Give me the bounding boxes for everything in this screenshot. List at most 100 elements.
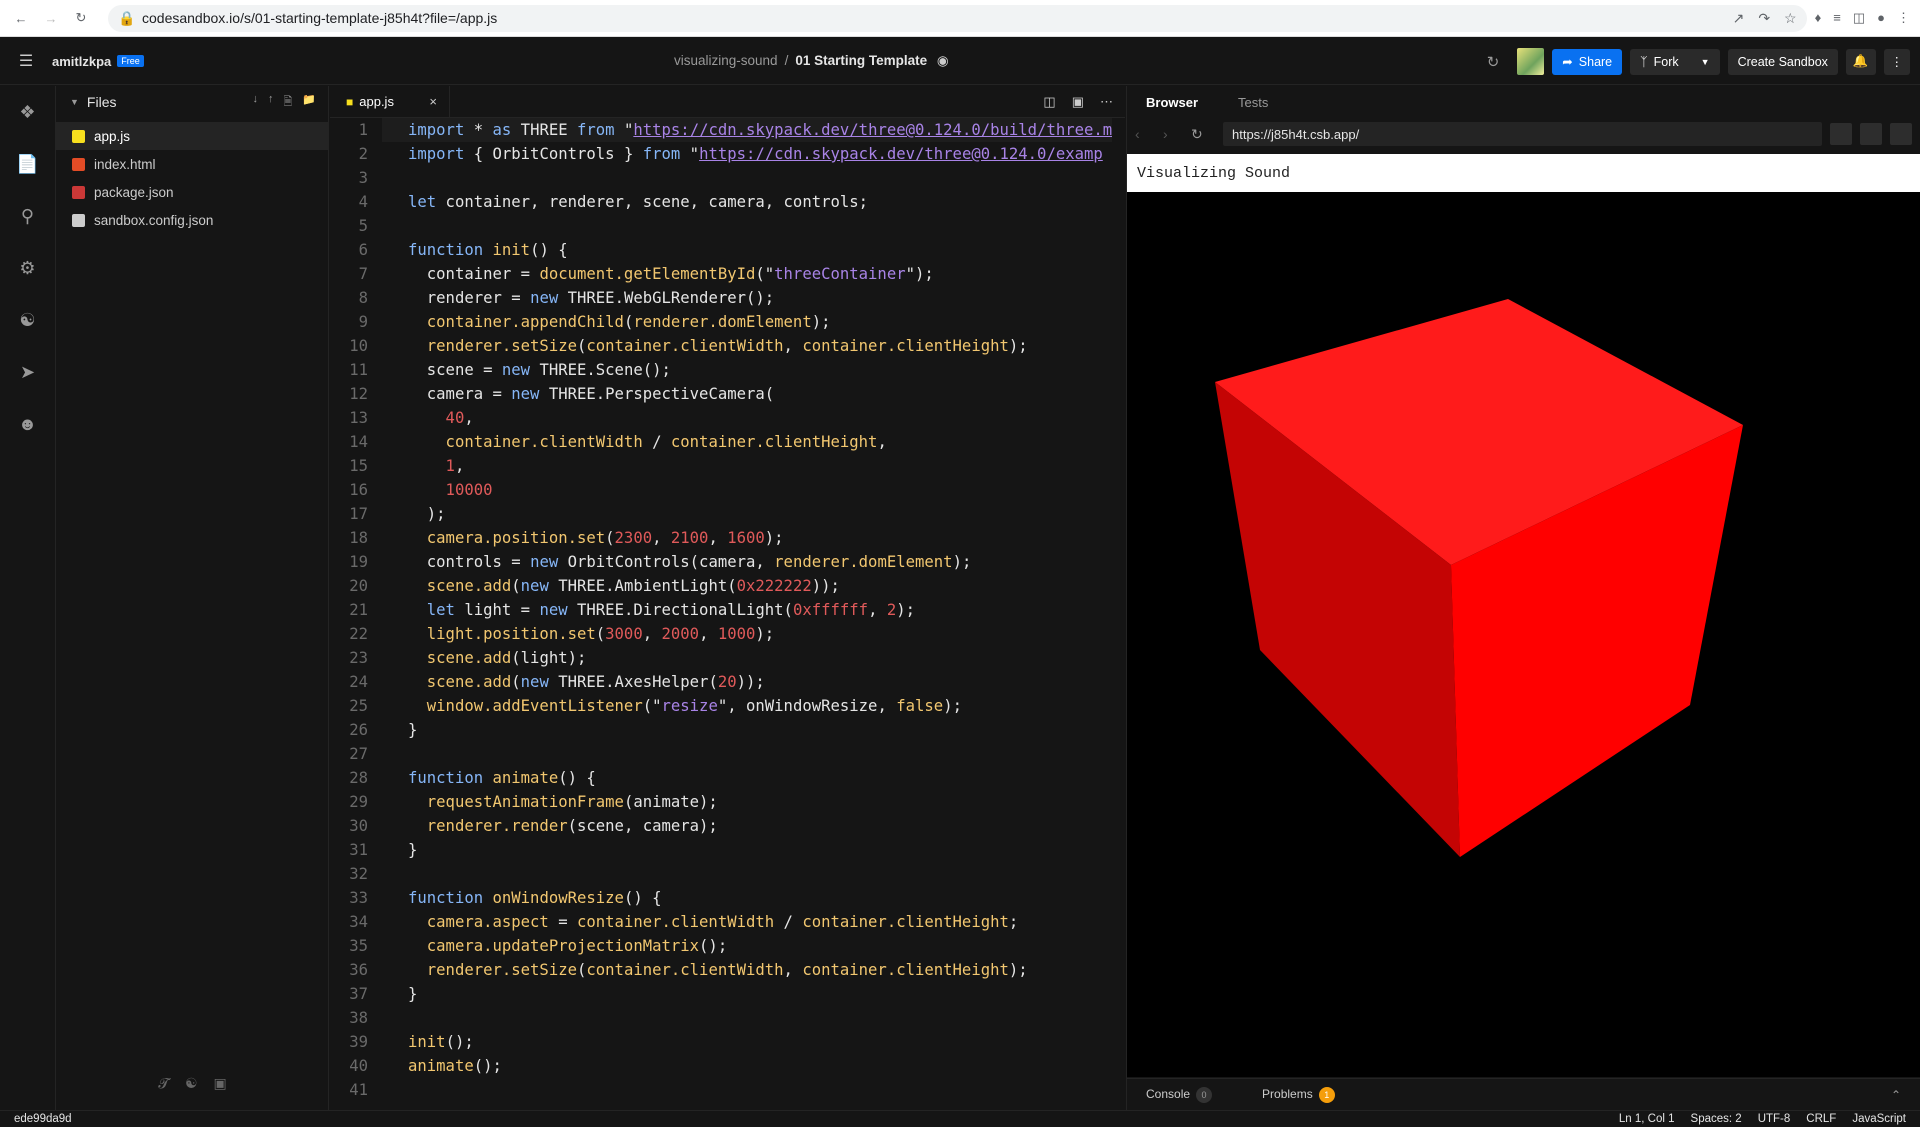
- code-line[interactable]: 4 let container, renderer, scene, camera,…: [330, 190, 1125, 214]
- code-line[interactable]: 36 renderer.setSize(container.clientWidt…: [330, 958, 1125, 982]
- preview-toggle-icon[interactable]: ▣: [1072, 94, 1084, 110]
- code-line[interactable]: 17 );: [330, 502, 1125, 526]
- expand-panel-icon[interactable]: ⌃: [1891, 1088, 1901, 1102]
- code-line[interactable]: 34 camera.aspect = container.clientWidth…: [330, 910, 1125, 934]
- code-line[interactable]: 33 function onWindowResize() {: [330, 886, 1125, 910]
- collapse-triangle-icon[interactable]: ▼: [70, 97, 79, 107]
- sandbox-title[interactable]: 01 Starting Template: [795, 53, 927, 68]
- create-sandbox-button[interactable]: Create Sandbox: [1727, 48, 1838, 75]
- twitter-icon[interactable]: 𝓣: [158, 1075, 169, 1092]
- code-line[interactable]: 24 scene.add(new THREE.AxesHelper(20));: [330, 670, 1125, 694]
- deploy-rocket-icon[interactable]: ➤: [0, 346, 55, 398]
- hamburger-menu-icon[interactable]: ☰: [0, 51, 52, 71]
- explorer-files-icon[interactable]: 📄: [0, 138, 55, 190]
- code-line[interactable]: 7 container = document.getElementById("t…: [330, 262, 1125, 286]
- fork-button[interactable]: ᛉ Fork ▼: [1630, 48, 1720, 75]
- new-file-icon[interactable]: 🗎: [283, 93, 292, 112]
- code-line[interactable]: 32: [330, 862, 1125, 886]
- code-line[interactable]: 12 camera = new THREE.PerspectiveCamera(: [330, 382, 1125, 406]
- code-line[interactable]: 9 container.appendChild(renderer.domElem…: [330, 310, 1125, 334]
- open-external-icon[interactable]: ↗: [1733, 10, 1745, 27]
- new-tab-icon[interactable]: [1890, 123, 1912, 145]
- code-line[interactable]: 15 1,: [330, 454, 1125, 478]
- code-area[interactable]: 1 import * as THREE from "https://cdn.sky…: [330, 118, 1125, 1102]
- upload-icon[interactable]: ↑: [268, 93, 274, 112]
- more-actions-icon[interactable]: ⋯: [1100, 94, 1113, 110]
- side-panel-icon[interactable]: ◫: [1853, 10, 1865, 26]
- more-button[interactable]: ⋮: [1883, 48, 1910, 75]
- username[interactable]: amitlzkpa: [52, 54, 111, 69]
- profile-icon[interactable]: ●: [1877, 10, 1885, 26]
- code-line[interactable]: 16 10000: [330, 478, 1125, 502]
- cursor-position[interactable]: Ln 1, Col 1: [1619, 1113, 1675, 1125]
- avatar[interactable]: [1517, 48, 1545, 75]
- file-item[interactable]: index.html: [56, 150, 328, 178]
- chevron-down-icon[interactable]: ▼: [1701, 57, 1710, 67]
- code-line[interactable]: 10 renderer.setSize(container.clientWidt…: [330, 334, 1125, 358]
- settings-gear-icon[interactable]: ⚙: [0, 242, 55, 294]
- file-item[interactable]: sandbox.config.json: [56, 206, 328, 234]
- download-icon[interactable]: ↓: [252, 93, 258, 112]
- code-line[interactable]: 35 camera.updateProjectionMatrix();: [330, 934, 1125, 958]
- code-line[interactable]: 31}: [330, 838, 1125, 862]
- code-line[interactable]: 23 scene.add(light);: [330, 646, 1125, 670]
- tab-browser[interactable]: Browser: [1146, 95, 1198, 110]
- bookmark-star-icon[interactable]: ☆: [1784, 10, 1797, 27]
- breadcrumb-folder[interactable]: visualizing-sound: [674, 53, 778, 68]
- notifications-button[interactable]: 🔔: [1845, 48, 1876, 75]
- back-icon[interactable]: ←: [6, 3, 36, 33]
- code-line[interactable]: 3: [330, 166, 1125, 190]
- reload-icon[interactable]: ↻: [66, 3, 96, 33]
- code-line[interactable]: 26}: [330, 718, 1125, 742]
- code-line[interactable]: 22 light.position.set(3000, 2000, 1000);: [330, 622, 1125, 646]
- code-line[interactable]: 38: [330, 1006, 1125, 1030]
- code-line[interactable]: 41: [330, 1078, 1125, 1102]
- code-line[interactable]: 1 import * as THREE from "https://cdn.sky…: [330, 118, 1125, 142]
- split-editor-icon[interactable]: ◫: [1043, 94, 1055, 110]
- reading-list-icon[interactable]: ≡: [1833, 10, 1841, 26]
- github-link-icon[interactable]: ☯: [185, 1075, 198, 1092]
- search-icon[interactable]: ⚲: [0, 190, 55, 242]
- code-line[interactable]: 40 animate();: [330, 1054, 1125, 1078]
- code-line[interactable]: 18 camera.position.set(2300, 2100, 1600)…: [330, 526, 1125, 550]
- discord-icon[interactable]: ▣: [214, 1075, 227, 1092]
- responsive-icon[interactable]: [1830, 123, 1852, 145]
- code-line[interactable]: 28 function animate() {: [330, 766, 1125, 790]
- code-line[interactable]: 5: [330, 214, 1125, 238]
- code-line[interactable]: 21 let light = new THREE.DirectionalLigh…: [330, 598, 1125, 622]
- code-line[interactable]: 30 renderer.render(scene, camera);: [330, 814, 1125, 838]
- code-line[interactable]: 37}: [330, 982, 1125, 1006]
- encoding[interactable]: UTF-8: [1758, 1113, 1791, 1125]
- code-line[interactable]: 13 40,: [330, 406, 1125, 430]
- code-line[interactable]: 25 window.addEventListener("resize", onW…: [330, 694, 1125, 718]
- open-window-icon[interactable]: [1860, 123, 1882, 145]
- line-endings[interactable]: CRLF: [1806, 1113, 1836, 1125]
- preview-address-input[interactable]: https://j85h4t.csb.app/: [1223, 122, 1822, 146]
- file-item[interactable]: package.json: [56, 178, 328, 206]
- console-tab[interactable]: Console 0: [1146, 1086, 1213, 1103]
- live-users-icon[interactable]: ☻: [0, 398, 55, 450]
- indentation[interactable]: Spaces: 2: [1691, 1113, 1742, 1125]
- files-header[interactable]: ▼ Files ↓ ↑ 🗎 📁: [56, 86, 328, 118]
- github-icon[interactable]: ☯: [0, 294, 55, 346]
- code-line[interactable]: 29 requestAnimationFrame(animate);: [330, 790, 1125, 814]
- address-text[interactable]: codesandbox.io/s/01-starting-template-j8…: [142, 10, 497, 26]
- share-button[interactable]: ➦ Share: [1552, 48, 1623, 75]
- forward-icon[interactable]: →: [36, 3, 66, 33]
- sandbox-info-icon[interactable]: ❖: [0, 86, 55, 138]
- close-tab-icon[interactable]: ×: [429, 94, 437, 109]
- chrome-menu-icon[interactable]: ⋮: [1897, 10, 1910, 26]
- new-folder-icon[interactable]: 📁: [302, 93, 316, 112]
- code-line[interactable]: 14 container.clientWidth / container.cli…: [330, 430, 1125, 454]
- tab-app-js[interactable]: ■ app.js ×: [330, 86, 450, 117]
- code-line[interactable]: 39 init();: [330, 1030, 1125, 1054]
- code-line[interactable]: 11 scene = new THREE.Scene();: [330, 358, 1125, 382]
- tab-tests[interactable]: Tests: [1238, 95, 1268, 110]
- preview-iframe[interactable]: Visualizing Sound: [1127, 154, 1920, 1077]
- address-bar[interactable]: 🔒 codesandbox.io/s/01-starting-template-…: [108, 4, 1807, 32]
- share-page-icon[interactable]: ↷: [1758, 10, 1770, 27]
- code-line[interactable]: 20 scene.add(new THREE.AmbientLight(0x22…: [330, 574, 1125, 598]
- file-item[interactable]: app.js: [56, 122, 328, 150]
- three-canvas[interactable]: [1127, 192, 1920, 1077]
- refresh-icon[interactable]: ↻: [1487, 53, 1500, 71]
